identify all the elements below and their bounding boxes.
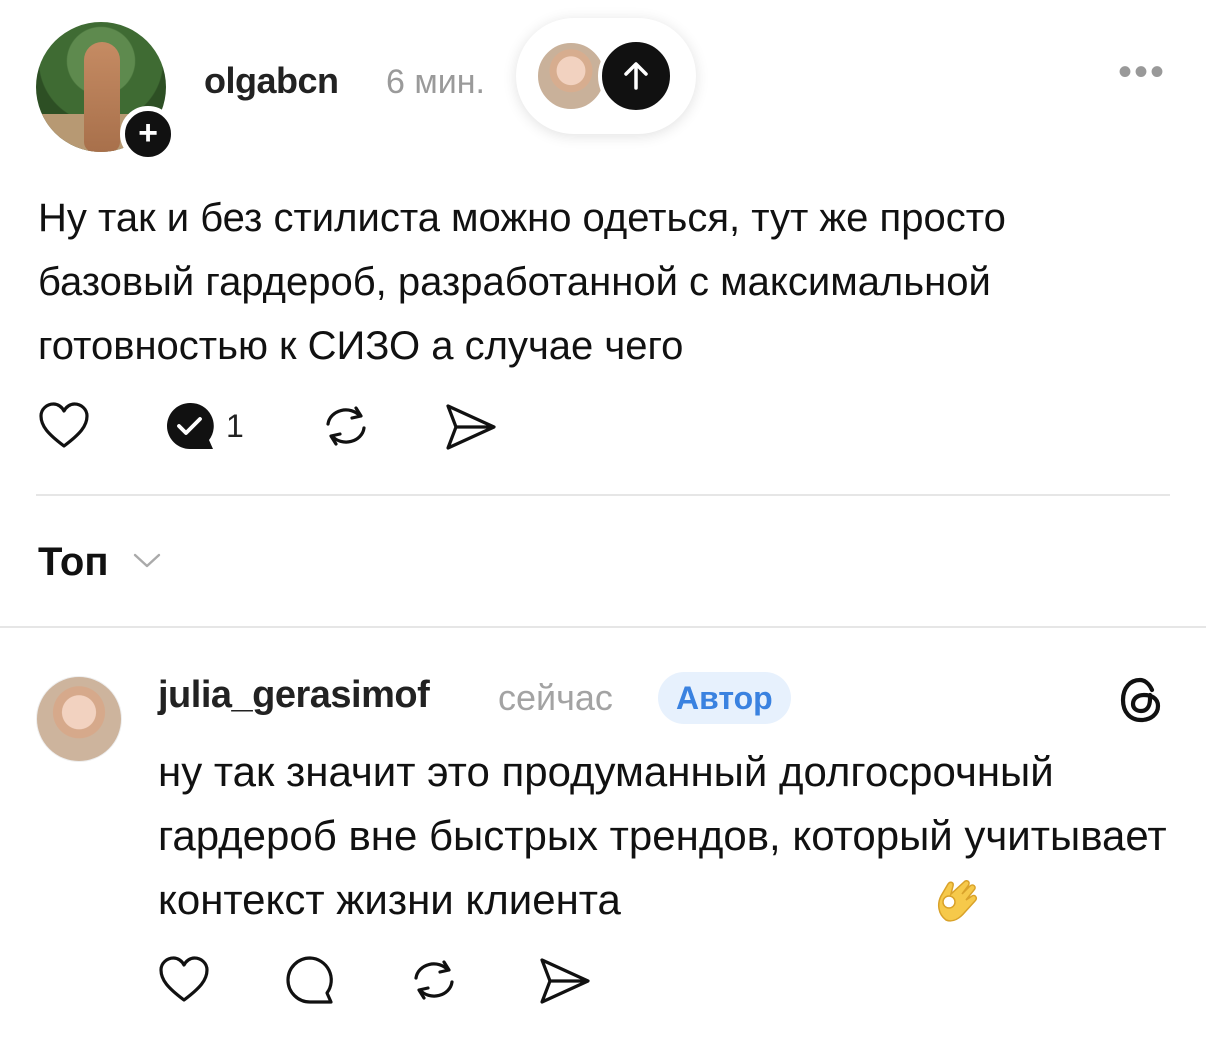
comment-check-icon[interactable] bbox=[164, 400, 216, 457]
post-time: 6 мин. bbox=[386, 63, 485, 101]
current-user-avatar bbox=[536, 41, 606, 111]
avatar-photo-person bbox=[84, 42, 120, 152]
share-icon[interactable] bbox=[442, 402, 498, 457]
arrow-up-icon[interactable] bbox=[598, 38, 674, 114]
follow-plus-icon[interactable]: + bbox=[120, 106, 176, 162]
author-badge: Автор bbox=[658, 672, 791, 724]
scroll-to-top-pill[interactable] bbox=[516, 18, 696, 134]
divider bbox=[36, 494, 1170, 496]
sort-label[interactable]: Топ bbox=[38, 540, 109, 585]
more-icon[interactable]: ••• bbox=[1118, 52, 1166, 92]
repost-icon[interactable] bbox=[320, 402, 372, 455]
heart-icon[interactable] bbox=[158, 956, 210, 1009]
reply-avatar[interactable] bbox=[36, 676, 122, 762]
post-text: Ну так и без стилиста можно одеться, тут… bbox=[38, 196, 1006, 368]
repost-icon[interactable] bbox=[408, 956, 460, 1009]
divider bbox=[0, 626, 1206, 628]
threads-icon[interactable] bbox=[1118, 676, 1166, 729]
ok-hand-emoji bbox=[932, 874, 982, 929]
heart-icon[interactable] bbox=[38, 402, 90, 455]
comment-count: 1 bbox=[226, 408, 244, 444]
reply-username[interactable]: julia_gerasimof bbox=[158, 674, 430, 717]
reply-time: сейчас bbox=[498, 677, 613, 718]
post-username[interactable]: olgabcn bbox=[204, 60, 339, 102]
chevron-down-icon[interactable] bbox=[132, 550, 162, 575]
share-icon[interactable] bbox=[536, 956, 592, 1011]
comment-icon[interactable] bbox=[284, 954, 336, 1011]
reply-text: ну так значит это продуманный долгосрочн… bbox=[158, 748, 1167, 923]
